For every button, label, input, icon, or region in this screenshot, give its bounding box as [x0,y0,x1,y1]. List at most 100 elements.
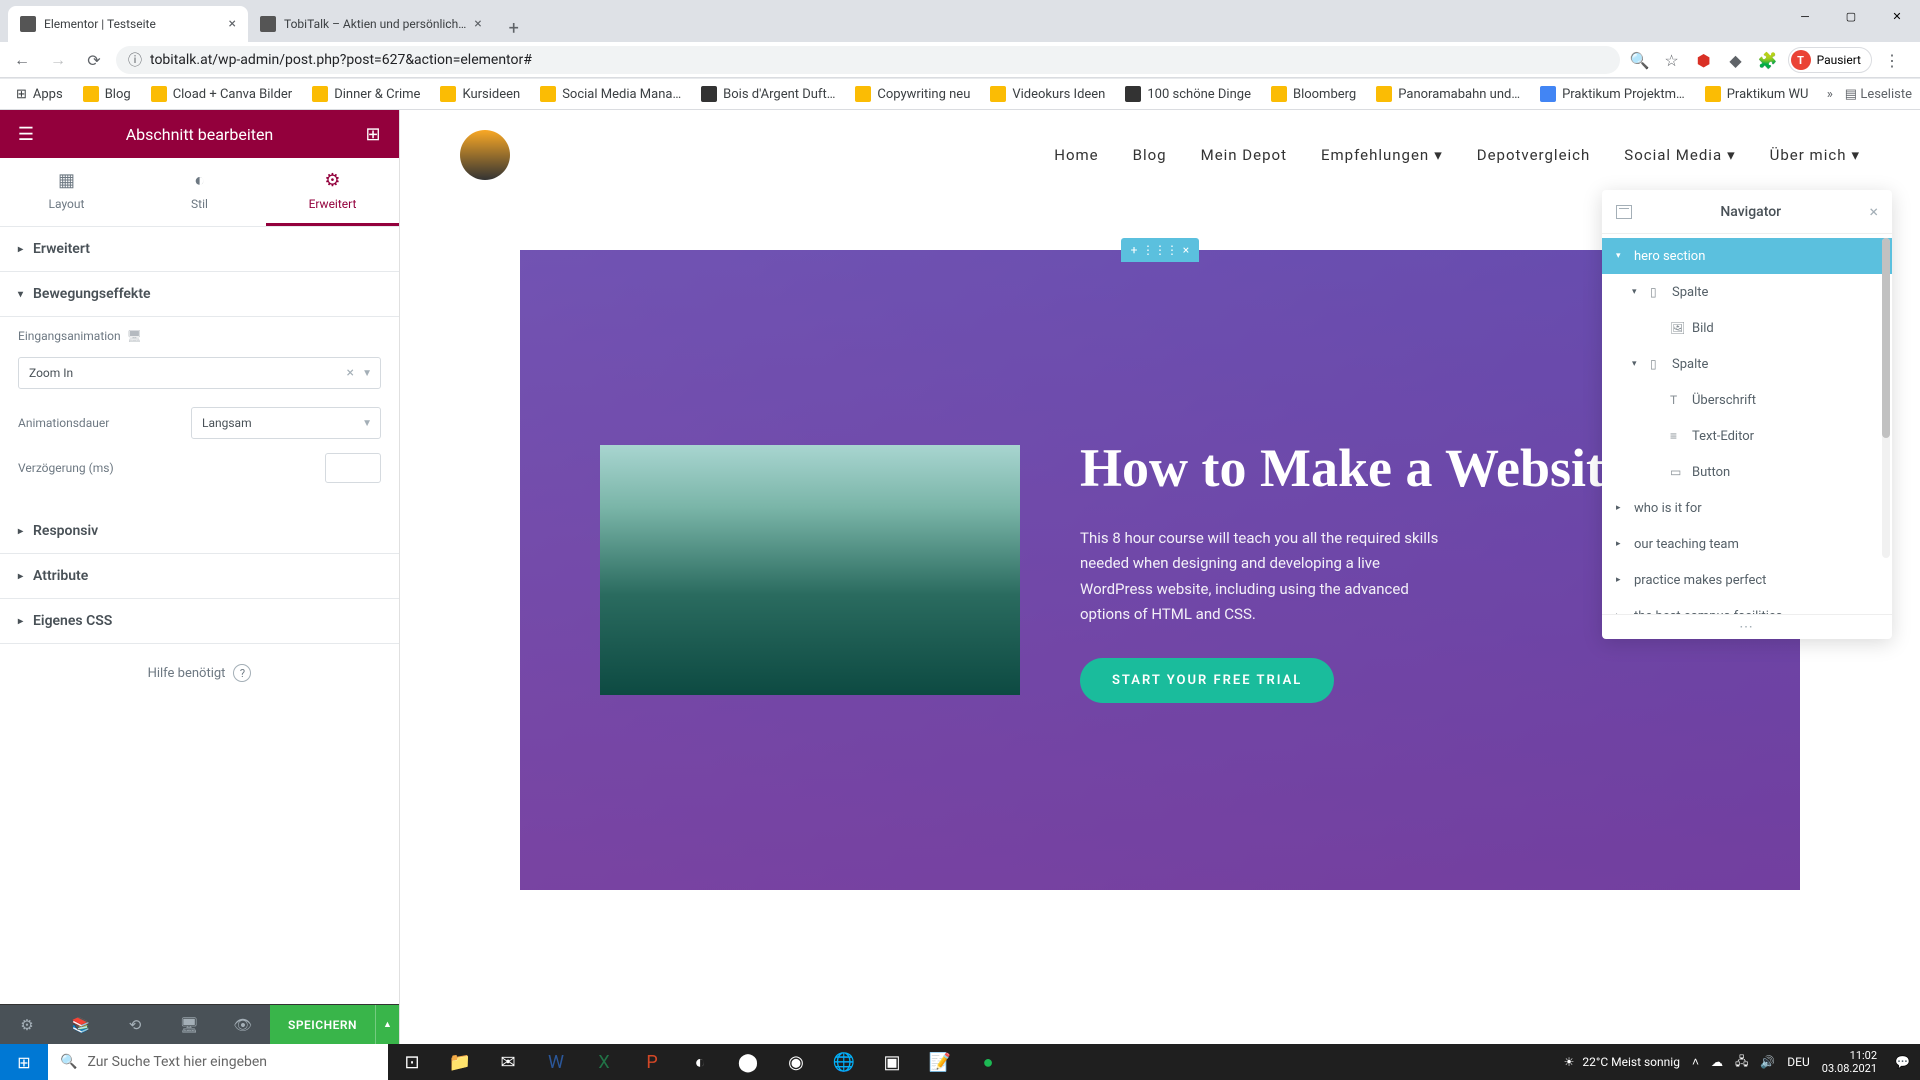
navigator-header[interactable]: Navigator × [1602,190,1892,234]
tree-item-heading[interactable]: TÜberschrift [1602,382,1892,418]
minimize-icon[interactable] [1616,205,1632,219]
nav-blog[interactable]: Blog [1133,146,1167,164]
bookmark-item[interactable]: Social Media Mana… [532,82,689,106]
resize-handle[interactable]: ⋯ [1602,614,1892,639]
spotify-icon[interactable]: ● [964,1044,1012,1080]
browser-tab-inactive[interactable]: TobiTalk – Aktien und persönlich… × [248,6,494,42]
cta-button[interactable]: START YOUR FREE TRIAL [1080,658,1334,703]
accordion-advanced[interactable]: ▸Erweitert [0,227,399,272]
tray-overflow-icon[interactable]: ˄ [1692,1055,1699,1069]
site-info-icon[interactable]: ⓘ [128,50,142,70]
edge-icon[interactable]: 🌐 [820,1044,868,1080]
navigator-button[interactable]: 📚 [54,1016,108,1034]
bookmark-star-icon[interactable]: ☆ [1660,48,1684,72]
tree-item-image[interactable]: 🖼Bild [1602,310,1892,346]
profile-button[interactable]: T Pausiert [1788,47,1872,73]
delay-input[interactable] [325,453,381,483]
close-icon[interactable]: × [229,16,236,32]
url-input[interactable]: ⓘ tobitalk.at/wp-admin/post.php?post=627… [116,46,1620,74]
excel-icon[interactable]: X [580,1044,628,1080]
hero-body[interactable]: This 8 hour course will teach you all th… [1080,526,1440,628]
obs-icon[interactable]: ⬤ [724,1044,772,1080]
maximize-icon[interactable]: ▢ [1828,0,1874,32]
close-window-icon[interactable]: ✕ [1874,0,1920,32]
nav-social[interactable]: Social Media▾ [1624,146,1735,164]
bookmark-item[interactable]: Panoramabahn und… [1368,82,1528,106]
extensions-menu-icon[interactable]: 🧩 [1756,48,1780,72]
nav-about[interactable]: Über mich▾ [1770,146,1860,164]
weather-widget[interactable]: ☀ 22°C Meist sonnig [1564,1055,1680,1069]
accordion-responsive[interactable]: ▸Responsiv [0,509,399,554]
tab-advanced[interactable]: ⚙Erweitert [266,158,399,226]
network-icon[interactable]: 🖧 [1735,1052,1748,1073]
language-indicator[interactable]: DEU [1787,1055,1809,1069]
explorer-icon[interactable]: 📁 [436,1044,484,1080]
tree-item-text[interactable]: ≡Text-Editor [1602,418,1892,454]
clock[interactable]: 11:02 03.08.2021 [1822,1049,1883,1075]
bookmark-item[interactable]: Videokurs Ideen [982,82,1113,106]
widgets-grid-icon[interactable]: ⊞ [361,122,385,146]
tree-item-section[interactable]: ▸who is it for [1602,490,1892,526]
delete-section-icon[interactable]: × [1173,243,1199,257]
notepad-icon[interactable]: 📝 [916,1044,964,1080]
bookmark-item[interactable]: Bloomberg [1263,82,1364,106]
tab-style[interactable]: ◐Stil [133,158,266,226]
hamburger-icon[interactable]: ☰ [14,122,38,146]
accordion-attributes[interactable]: ▸Attribute [0,554,399,599]
close-icon[interactable]: × [474,16,481,32]
bookmark-item[interactable]: Kursideen [432,82,528,106]
history-button[interactable]: ⟲ [108,1016,162,1034]
extension-icon[interactable]: ◆ [1724,48,1748,72]
tree-item-column[interactable]: ▾▯Spalte [1602,346,1892,382]
task-view-icon[interactable]: ⊡ [388,1044,436,1080]
word-icon[interactable]: W [532,1044,580,1080]
bookmark-item[interactable]: 100 schöne Dinge [1117,82,1259,106]
app-icon[interactable]: ▣ [868,1044,916,1080]
nav-depotvergleich[interactable]: Depotvergleich [1477,146,1591,164]
scrollbar[interactable] [1882,238,1890,558]
bookmark-item[interactable]: Praktikum WU [1697,82,1817,106]
reading-list-button[interactable]: ▤ Leseliste [1845,87,1912,102]
notifications-icon[interactable]: 💬 [1895,1055,1910,1069]
clear-icon[interactable]: × [347,365,354,381]
tree-item-section[interactable]: ▸practice makes perfect [1602,562,1892,598]
preview-button[interactable]: 👁 [216,1016,270,1034]
bookmark-item[interactable]: Blog [75,82,139,106]
tree-item-section[interactable]: ▸the best campus facilities [1602,598,1892,614]
app-icon[interactable]: ◐ [676,1044,724,1080]
extension-icon[interactable]: ⬢ [1692,48,1716,72]
volume-icon[interactable]: 🔊 [1760,1055,1775,1069]
apps-button[interactable]: ⊞Apps [8,83,71,106]
tree-item-hero[interactable]: ▾hero section [1602,238,1892,274]
save-button[interactable]: SPEICHERN [270,1005,375,1044]
desktop-icon[interactable]: 🖥 [127,329,142,343]
minimize-icon[interactable]: ─ [1782,0,1828,32]
menu-icon[interactable]: ⋮ [1880,48,1904,72]
entrance-animation-select[interactable]: Zoom In × ▼ [18,357,381,389]
bookmark-item[interactable]: Copywriting neu [847,82,978,106]
start-button[interactable]: ⊞ [0,1044,48,1080]
help-link[interactable]: Hilfe benötigt ? [0,644,399,702]
tree-item-section[interactable]: ▸our teaching team [1602,526,1892,562]
nav-depot[interactable]: Mein Depot [1201,146,1287,164]
bookmark-item[interactable]: Cload + Canva Bilder [143,82,301,106]
nav-empfehlungen[interactable]: Empfehlungen▾ [1321,146,1443,164]
nav-home[interactable]: Home [1054,146,1098,164]
bookmark-item[interactable]: Praktikum Projektm… [1532,82,1693,106]
powerpoint-icon[interactable]: P [628,1044,676,1080]
bookmark-item[interactable]: Dinner & Crime [304,82,428,106]
chrome-icon[interactable]: ◉ [772,1044,820,1080]
edit-section-icon[interactable]: ⋮⋮⋮ [1147,243,1173,257]
onedrive-icon[interactable]: ☁ [1711,1055,1723,1069]
new-tab-button[interactable]: + [500,14,528,42]
close-icon[interactable]: × [1869,202,1878,221]
tree-item-button[interactable]: ▭Button [1602,454,1892,490]
zoom-icon[interactable]: 🔍 [1628,48,1652,72]
taskbar-search[interactable]: 🔍 Zur Suche Text hier eingeben [48,1044,388,1080]
settings-button[interactable]: ⚙ [0,1016,54,1034]
mail-icon[interactable]: ✉ [484,1044,532,1080]
site-logo[interactable] [460,130,510,180]
responsive-button[interactable]: 🖥 [162,1016,216,1034]
back-button[interactable]: ← [8,46,36,74]
accordion-custom-css[interactable]: ▸Eigenes CSS [0,599,399,644]
